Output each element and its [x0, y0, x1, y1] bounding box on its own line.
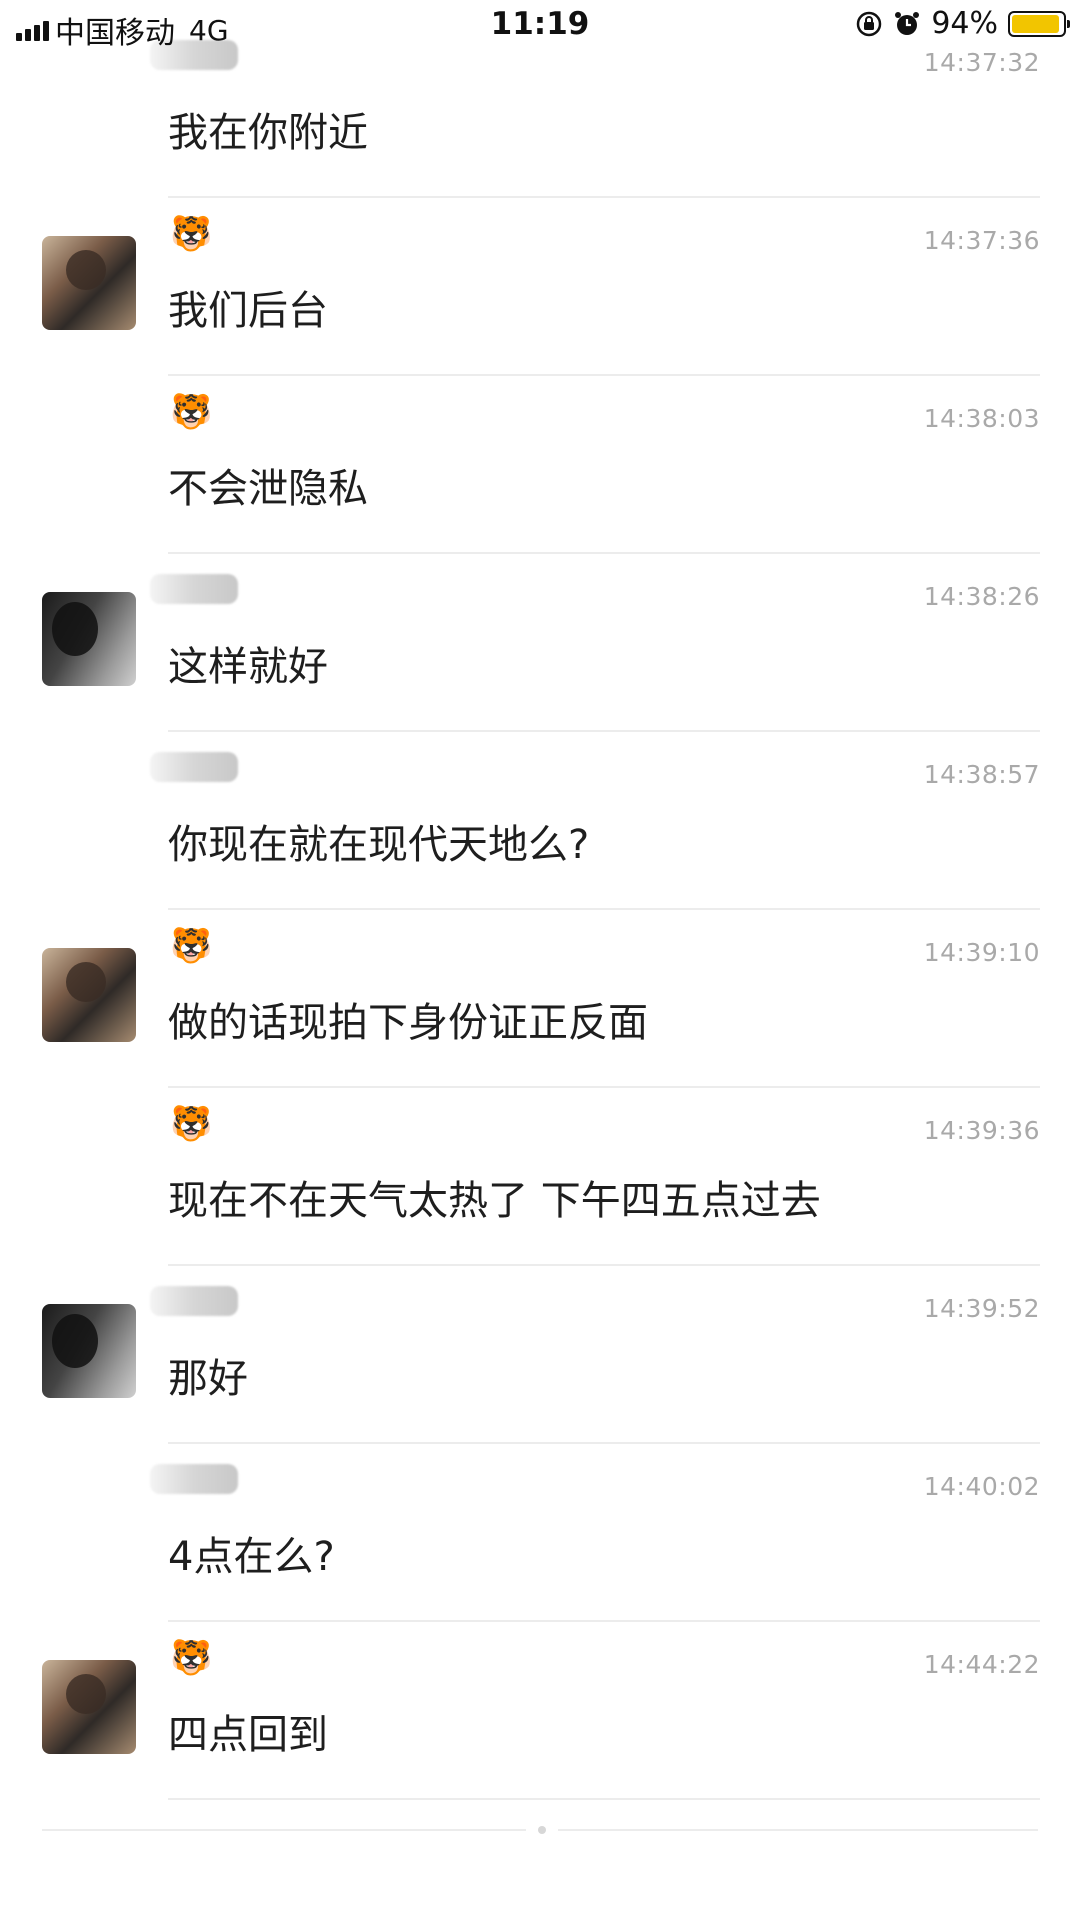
- avatar-figure: [52, 1314, 98, 1368]
- message-item[interactable]: 🐯 14:44:22 四点回到: [0, 1622, 1080, 1800]
- message-text: 不会泄隐私: [168, 466, 368, 512]
- sender-tiger-icon: 🐯: [170, 392, 213, 432]
- message-item[interactable]: 14:40:02 4点在么?: [0, 1444, 1080, 1622]
- avatar-figure: [66, 1674, 106, 1714]
- message-item[interactable]: 🐯 14:39:10 做的话现拍下身份证正反面: [0, 910, 1080, 1088]
- message-text: 这样就好: [168, 644, 328, 690]
- message-time: 14:40:02: [923, 1472, 1040, 1501]
- message-item[interactable]: 🐯 14:37:36 我们后台: [0, 198, 1080, 376]
- status-bar: 中国移动 4G 11:19 94%: [0, 0, 1080, 52]
- avatar[interactable]: [42, 948, 136, 1042]
- message-text: 4点在么?: [168, 1534, 335, 1580]
- message-text: 那好: [168, 1356, 248, 1402]
- avatar[interactable]: [42, 1304, 136, 1398]
- message-time: 14:39:52: [923, 1294, 1040, 1323]
- message-item[interactable]: 14:39:52 那好: [0, 1266, 1080, 1444]
- message-time: 14:39:36: [923, 1116, 1040, 1145]
- end-divider-right: [558, 1829, 1038, 1831]
- message-time: 14:37:32: [923, 48, 1040, 77]
- message-time: 14:37:36: [923, 226, 1040, 255]
- message-time: 14:38:57: [923, 760, 1040, 789]
- sender-tiger-icon: 🐯: [170, 214, 213, 254]
- sender-tiger-icon: 🐯: [170, 926, 213, 966]
- message-text: 做的话现拍下身份证正反面: [168, 1000, 648, 1046]
- end-dot: [538, 1826, 546, 1834]
- battery-percent: 94%: [931, 6, 998, 41]
- avatar[interactable]: [42, 236, 136, 330]
- message-text: 我在你附近: [168, 110, 368, 156]
- row-divider: [168, 1798, 1040, 1800]
- message-time: 14:38:26: [923, 582, 1040, 611]
- message-item[interactable]: 14:38:57 你现在就在现代天地么?: [0, 732, 1080, 910]
- message-item[interactable]: 🐯 14:39:36 现在不在天气太热了 下午四五点过去: [0, 1088, 1080, 1266]
- sender-name-blurred: [150, 574, 238, 604]
- message-time: 14:44:22: [923, 1650, 1040, 1679]
- message-item[interactable]: 14:38:26 这样就好: [0, 554, 1080, 732]
- orientation-lock-icon: [855, 10, 883, 38]
- avatar-figure: [52, 602, 98, 656]
- alarm-icon: [893, 10, 921, 38]
- battery-icon: [1008, 10, 1070, 37]
- status-right: 94%: [855, 6, 1070, 41]
- battery-level: [1012, 14, 1059, 33]
- sender-tiger-icon: 🐯: [170, 1638, 213, 1678]
- avatar[interactable]: [42, 1660, 136, 1754]
- message-text: 我们后台: [168, 288, 328, 334]
- message-time: 14:39:10: [923, 938, 1040, 967]
- avatar[interactable]: [42, 592, 136, 686]
- end-divider-left: [42, 1829, 526, 1831]
- message-item[interactable]: 🐯 14:38:03 不会泄隐私: [0, 376, 1080, 554]
- message-text: 四点回到: [168, 1712, 328, 1758]
- sender-tiger-icon: 🐯: [170, 1104, 213, 1144]
- sender-name-blurred: [150, 1286, 238, 1316]
- message-text: 你现在就在现代天地么?: [168, 822, 590, 868]
- sender-name-blurred: [150, 752, 238, 782]
- message-text: 现在不在天气太热了 下午四五点过去: [168, 1178, 821, 1224]
- message-time: 14:38:03: [923, 404, 1040, 433]
- avatar-figure: [66, 250, 106, 290]
- avatar-figure: [66, 962, 106, 1002]
- sender-name-blurred: [150, 1464, 238, 1494]
